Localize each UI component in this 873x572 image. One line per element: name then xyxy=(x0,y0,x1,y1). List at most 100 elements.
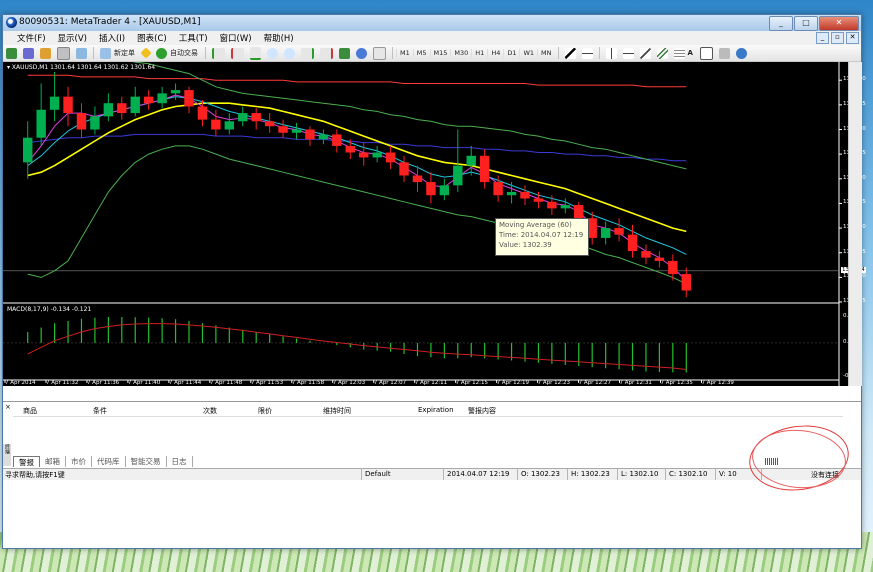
chart-svg[interactable] xyxy=(3,62,848,386)
terminal-tabs: 警报 邮箱 市价 代码库 智能交易 日志 xyxy=(13,456,193,467)
minimize-button[interactable]: _ xyxy=(769,16,793,31)
window-title: 80090531: MetaTrader 4 - [XAUUSD,M1] xyxy=(19,17,201,27)
candle-body xyxy=(103,103,114,117)
timeframe-m30[interactable]: M30 xyxy=(450,49,471,57)
tab-experts[interactable]: 智能交易 xyxy=(126,456,167,467)
candle-body xyxy=(385,152,396,163)
column-timeout[interactable]: 维持时间 xyxy=(323,406,351,416)
column-condition[interactable]: 条件 xyxy=(93,406,107,416)
timeframe-m5[interactable]: M5 xyxy=(412,49,430,57)
column-expiration[interactable]: Expiration xyxy=(418,406,454,414)
metaeditor-icon[interactable] xyxy=(140,47,152,59)
zoom-out-icon[interactable] xyxy=(284,47,295,59)
chart-shift-icon[interactable] xyxy=(320,47,333,59)
indicators-icon[interactable] xyxy=(339,47,350,59)
menu-file[interactable]: 文件(F) xyxy=(3,32,52,44)
cursor-icon[interactable] xyxy=(564,47,576,59)
new-order-icon[interactable] xyxy=(100,47,111,59)
candle-body xyxy=(76,113,87,130)
status-profile: Default xyxy=(365,470,391,478)
moving-average-line xyxy=(27,145,687,285)
bar-chart-icon[interactable] xyxy=(212,47,225,59)
arrows-icon[interactable] xyxy=(718,47,730,59)
mdi-minimize-button[interactable]: _ xyxy=(816,32,829,44)
market-watch-icon[interactable] xyxy=(40,47,51,59)
timeframe-w1[interactable]: W1 xyxy=(519,49,537,57)
column-counter[interactable]: 次数 xyxy=(203,406,217,416)
column-alert-event[interactable]: 警报内容 xyxy=(468,406,496,416)
templates-icon[interactable] xyxy=(373,46,386,60)
column-limit[interactable]: 限价 xyxy=(258,406,272,416)
data-window-icon[interactable] xyxy=(57,46,70,60)
status-separator xyxy=(617,469,618,480)
candle-body xyxy=(668,260,678,275)
text-tool-button[interactable]: A xyxy=(688,49,693,57)
candle-body xyxy=(49,96,60,110)
horizontal-line-icon[interactable] xyxy=(622,47,634,59)
crosshair-icon[interactable] xyxy=(581,47,593,59)
candle-body xyxy=(426,182,436,196)
candle-body xyxy=(479,155,490,183)
timeframe-h4[interactable]: H4 xyxy=(487,49,503,57)
time-tick-label: 7 Apr 2014 xyxy=(5,380,36,386)
close-button[interactable]: ✕ xyxy=(819,16,859,31)
candle-body xyxy=(117,103,127,114)
candle-body xyxy=(251,113,261,122)
timeframe-m15[interactable]: M15 xyxy=(429,49,451,57)
chart-window[interactable]: ▾ XAUUSD,M1 1301.64 1301.64 1301.62 1301… xyxy=(3,62,866,386)
tab-alerts[interactable]: 警报 xyxy=(13,456,40,467)
candle-body xyxy=(197,106,208,120)
timeframe-h1[interactable]: H1 xyxy=(471,49,487,57)
vertical-line-icon[interactable] xyxy=(605,47,617,59)
new-order-button[interactable]: 新定单 xyxy=(114,48,135,58)
navigator-icon[interactable] xyxy=(76,47,87,59)
menu-view[interactable]: 显示(V) xyxy=(52,32,93,44)
time-tick-label: 7 Apr 12:15 xyxy=(455,380,489,386)
new-chart-icon[interactable] xyxy=(6,47,17,59)
fibonacci-icon[interactable] xyxy=(673,47,685,59)
menu-window[interactable]: 窗口(W) xyxy=(214,32,258,44)
terminal-side-label: 终端 xyxy=(3,444,11,466)
timeframe-mn[interactable]: MN xyxy=(537,49,554,57)
mdi-close-button[interactable]: ✕ xyxy=(846,32,859,44)
maximize-button[interactable]: □ xyxy=(794,16,818,31)
menu-help[interactable]: 帮助(H) xyxy=(258,32,300,44)
menu-tools[interactable]: 工具(T) xyxy=(173,32,214,44)
timeframe-d1[interactable]: D1 xyxy=(503,49,519,57)
column-symbol[interactable]: 商品 xyxy=(23,406,37,416)
candle-body xyxy=(345,145,355,153)
menu-bar: 文件(F) 显示(V) 插入(I) 图表(C) 工具(T) 窗口(W) 帮助(H… xyxy=(3,31,861,45)
candle-body xyxy=(264,121,275,127)
menu-insert[interactable]: 插入(I) xyxy=(93,32,131,44)
terminal-close-icon[interactable]: × xyxy=(5,403,11,411)
tab-journal[interactable]: 日志 xyxy=(167,456,193,467)
right-scroll-strip[interactable] xyxy=(848,62,862,386)
title-bar[interactable]: 80090531: MetaTrader 4 - [XAUUSD,M1] _ □… xyxy=(3,15,861,31)
status-datetime: 2014.04.07 12:19 xyxy=(447,470,510,478)
time-tick-label: 7 Apr 11:53 xyxy=(250,380,284,386)
equidistant-channel-icon[interactable] xyxy=(656,47,668,59)
time-tick-label: 7 Apr 12:39 xyxy=(701,380,734,386)
profiles-icon[interactable] xyxy=(23,47,34,59)
periods-icon[interactable] xyxy=(356,47,367,59)
candle-body xyxy=(170,90,181,94)
status-high: H: 1302.23 xyxy=(571,470,610,478)
mdi-restore-button[interactable]: ▫ xyxy=(831,32,844,44)
tab-market[interactable]: 市价 xyxy=(66,456,92,467)
text-label-icon[interactable] xyxy=(699,46,713,60)
moving-average-line xyxy=(27,74,687,88)
tab-code-base[interactable]: 代码库 xyxy=(92,456,126,467)
menu-charts[interactable]: 图表(C) xyxy=(131,32,173,44)
candle-body xyxy=(560,205,571,209)
settings-icon[interactable] xyxy=(735,47,747,59)
line-chart-icon[interactable] xyxy=(250,46,261,60)
candlestick-icon[interactable] xyxy=(231,47,244,59)
auto-trading-button[interactable]: 自动交易 xyxy=(170,48,198,58)
zoom-in-icon[interactable] xyxy=(267,47,278,59)
trendline-icon[interactable] xyxy=(639,47,651,59)
timeframe-m1[interactable]: M1 xyxy=(396,49,413,57)
tab-mailbox[interactable]: 邮箱 xyxy=(40,456,66,467)
auto-scroll-icon[interactable] xyxy=(301,47,314,59)
toolbar-separator xyxy=(598,47,600,59)
auto-trading-icon[interactable] xyxy=(156,47,167,59)
